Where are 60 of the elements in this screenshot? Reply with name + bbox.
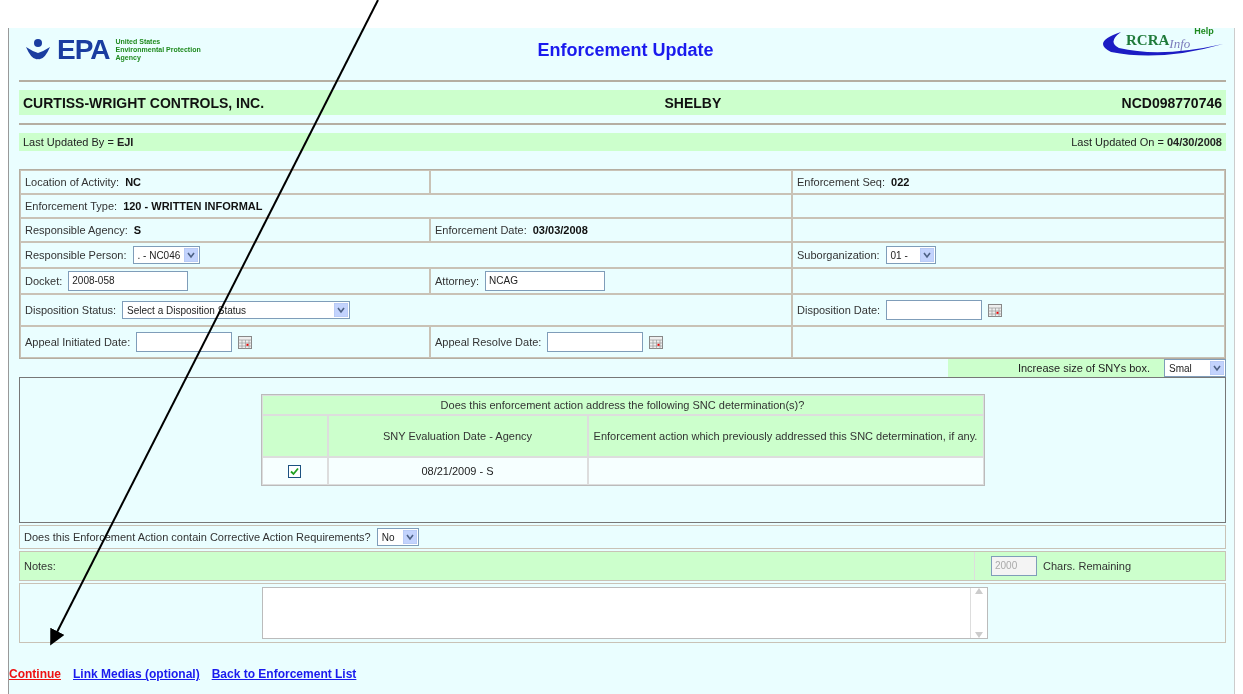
select-dropdown[interactable]: No [376,528,419,546]
select-dropdown[interactable]: . - NC046 [132,246,201,264]
dropdown-arrow-icon [184,248,199,262]
nav-link[interactable]: Link Medias (optional) [73,667,200,681]
column-header: Enforcement action which previously addressed this SNC determination, if any. [587,415,984,457]
facility-id: NCD098770746 [1121,94,1222,111]
last-updated-on: Last Updated On = 04/30/2008 [1071,136,1222,148]
notes-label: Notes: [24,560,56,572]
column-header: SNY Evaluation Date - Agency [327,415,588,457]
field-value: 03/03/2008 [532,224,588,236]
checkbox[interactable] [288,464,301,478]
select-dropdown[interactable]: 01 - [885,246,936,264]
field-label: Appeal Resolve Date: [435,336,542,348]
dropdown-arrow-icon [1210,361,1224,375]
calendar-icon[interactable] [988,303,1003,317]
table-cell: 08/21/2009 - S [327,457,588,485]
scroll-down-icon[interactable] [975,632,983,638]
dropdown-arrow-icon [919,248,934,262]
sny-size-label: Increase size of SNYs box. [1017,362,1150,374]
field-label: Responsible Agency: [25,224,128,236]
facility-city: SHELBY [664,94,722,111]
page-title: Enforcement Update [537,39,714,61]
logo-text: RCRA [1126,32,1170,48]
date-field[interactable] [547,332,644,352]
size-dropdown[interactable]: Smal [1164,359,1226,377]
check-icon [290,466,299,476]
field-label: Disposition Date: [797,304,881,316]
facility-name: CURTISS-WRIGHT CONTROLS, INC. [23,94,265,111]
field-value: 120 - WRITTEN INFORMAL [123,200,263,212]
field-label: Suborganization: [797,249,880,261]
field-label: Attorney: [435,275,480,287]
calendar-icon[interactable] [649,335,664,349]
logo-text: Info [1169,36,1191,52]
calendar-icon[interactable] [238,335,253,349]
field-label: Docket: [25,275,63,287]
input-field[interactable]: NCAG [485,271,606,291]
input-field[interactable]: 2008-058 [68,271,189,291]
field-label: Enforcement Date: [435,224,527,236]
nav-link[interactable]: Continue [9,667,61,681]
chars-remaining-label: Chars. Remaining [1043,560,1132,572]
nav-link[interactable]: Back to Enforcement List [211,667,357,681]
field-value: S [133,224,142,236]
dropdown-arrow-icon [334,303,349,317]
help-link[interactable]: Help [1194,26,1214,36]
field-label: Enforcement Seq: [797,176,886,188]
last-updated-by: Last Updated By = EJI [23,136,134,148]
table-title: Does this enforcement action address the following SNC determination(s)? [261,395,984,415]
field-label: Location of Activity: [25,176,120,188]
field-value: NC [125,176,142,188]
field-label: Disposition Status: [25,304,117,316]
dropdown-arrow-icon [402,530,417,544]
date-field[interactable] [136,332,233,352]
notes-textarea[interactable] [262,587,988,639]
field-label: Responsible Person: [25,249,127,261]
scroll-up-icon[interactable] [975,588,983,594]
field-label: Appeal Initiated Date: [25,336,131,348]
field-value: 022 [891,176,910,188]
date-field[interactable] [886,300,983,320]
field-label: Enforcement Type: [25,200,118,212]
logo-text: EPA [57,34,110,66]
